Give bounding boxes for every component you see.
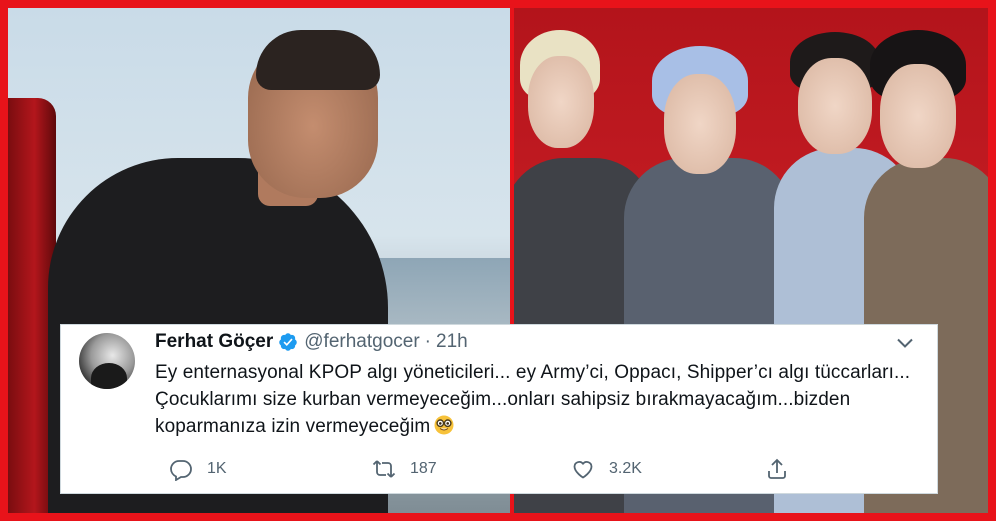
verified-badge-icon [278,332,298,352]
member-2-face [664,74,736,174]
tweet-header: Ferhat Göçer @ferhatgocer · 21h [155,329,468,355]
reply-button[interactable]: 1K [169,457,227,481]
chevron-down-icon[interactable] [893,331,917,355]
reply-icon [170,460,192,481]
tweet-body: Ey enternasyonal KPOP algı yöneticileri.… [155,362,911,437]
tweet-text: Ey enternasyonal KPOP algı yöneticileri.… [155,359,925,440]
heart-icon [573,461,593,479]
tweet-time[interactable]: 21h [436,331,468,353]
member-4-face [880,64,956,168]
red-frame: Ferhat Göçer @ferhatgocer · 21h Ey enter… [0,0,996,521]
nerd-face-emoji-icon [434,415,454,435]
reply-count: 1K [207,460,227,477]
author-name[interactable]: Ferhat Göçer [155,331,273,353]
share-button[interactable] [765,457,789,481]
retweet-count: 187 [410,460,437,477]
like-button[interactable]: 3.2K [571,457,642,481]
tweet-card[interactable]: Ferhat Göçer @ferhatgocer · 21h Ey enter… [60,324,938,494]
separator-dot: · [424,331,431,352]
like-count: 3.2K [609,460,642,477]
author-handle[interactable]: @ferhatgocer [304,331,419,353]
avatar[interactable] [79,333,135,389]
tweet-actions: 1K 187 3.2K [169,457,879,485]
member-1-face [528,56,594,148]
retweet-icon [372,460,396,478]
member-3-face [798,58,872,154]
share-icon [768,458,786,479]
retweet-button[interactable]: 187 [372,457,437,481]
man-hair [256,30,380,90]
